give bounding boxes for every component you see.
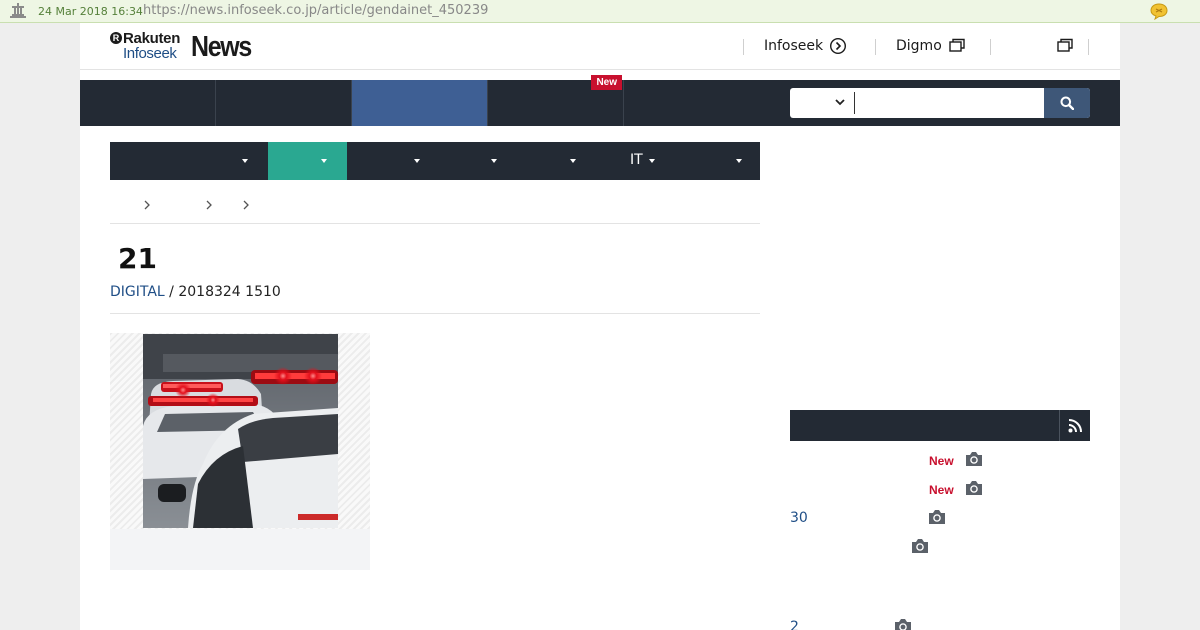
archive-url[interactable]: https://news.infoseek.co.jp/article/gend… (143, 3, 488, 18)
camera-icon (912, 539, 928, 553)
nav-tab-3-active[interactable] (352, 80, 488, 126)
category-item-1[interactable] (110, 142, 268, 180)
page: R Rakuten Infoseek News Infoseek Digmo N… (80, 23, 1120, 630)
ranking-item[interactable]: New (790, 477, 1090, 501)
search-input[interactable] (854, 92, 1039, 114)
chevron-right-icon (144, 200, 150, 210)
meta-separator: / (164, 284, 179, 300)
search-scope-select[interactable] (790, 88, 854, 118)
search-icon (1060, 96, 1074, 110)
rss-icon (1068, 419, 1082, 433)
logo-news: News (191, 31, 252, 63)
article-meta: DIGITAL / 2018324 1510 (110, 284, 281, 300)
chevron-right-icon (206, 200, 212, 210)
rakuten-r-icon: R (110, 32, 122, 44)
caret-down-icon (321, 159, 327, 163)
caret-down-icon (414, 159, 420, 163)
header-link-label: Infoseek (764, 38, 824, 54)
nav-tab-2[interactable] (216, 80, 352, 126)
new-label: New (929, 454, 954, 468)
header-divider (743, 39, 744, 55)
header-divider (1088, 39, 1089, 55)
header-divider (875, 39, 876, 55)
new-badge: New (591, 75, 622, 90)
search-box (790, 88, 1090, 118)
ranking-item[interactable] (790, 535, 1090, 559)
category-item-7[interactable] (663, 142, 760, 180)
caret-down-icon (242, 159, 248, 163)
chevron-down-icon (835, 99, 845, 106)
main-nav: New (80, 75, 1120, 126)
caret-down-icon (736, 159, 742, 163)
camera-icon (895, 619, 911, 630)
header-link-label: Digmo (896, 38, 942, 54)
article-photo[interactable] (143, 334, 338, 528)
category-item-2-active[interactable] (268, 142, 347, 180)
article-image-frame (110, 333, 370, 570)
category-bar: IT (110, 142, 760, 180)
article-date: 2018324 1510 (178, 284, 281, 300)
capture-date: 24 Mar 2018 16:34 (38, 5, 143, 18)
nav-tab-1[interactable] (80, 80, 216, 126)
ranking-number: 30 (790, 510, 808, 526)
category-item-it[interactable]: IT (584, 142, 663, 180)
category-item-4[interactable] (426, 142, 505, 180)
camera-icon (966, 452, 982, 466)
search-button[interactable] (1044, 88, 1090, 118)
header-divider (990, 39, 991, 55)
ranking-item[interactable]: 30 (790, 506, 1090, 530)
divider (110, 313, 760, 314)
category-label: IT (630, 152, 643, 168)
new-label: New (929, 483, 954, 497)
nav-tab-5[interactable] (624, 80, 760, 126)
header-link-infoseek[interactable]: Infoseek (764, 37, 847, 55)
ranking-item[interactable]: 2 (790, 615, 1090, 630)
site-header: R Rakuten Infoseek News Infoseek Digmo (80, 23, 1120, 70)
breadcrumb (110, 193, 760, 224)
ranking-item[interactable]: New (790, 448, 1090, 472)
camera-icon (929, 510, 945, 524)
caret-down-icon (491, 159, 497, 163)
rss-button[interactable] (1059, 410, 1090, 441)
arrow-circle-icon (830, 37, 847, 55)
external-window-icon (1057, 38, 1073, 52)
camera-icon (966, 481, 982, 495)
category-item-5[interactable] (505, 142, 584, 180)
article-title: 21 (118, 242, 157, 275)
header-link-digmo[interactable]: Digmo (896, 37, 966, 55)
caret-down-icon (570, 159, 576, 163)
chevron-right-icon (243, 200, 249, 210)
caret-down-icon (649, 159, 655, 163)
header-link-external[interactable] (1050, 37, 1074, 55)
external-window-icon (949, 38, 965, 52)
logo-infoseek: Infoseek (123, 45, 177, 62)
nav-tab-4[interactable]: New (488, 75, 624, 126)
article-source-link[interactable]: DIGITAL (110, 284, 165, 300)
speech-bubble-icon[interactable] (1150, 3, 1168, 20)
wayback-logo-icon[interactable] (9, 3, 27, 19)
ranking-number: 2 (790, 619, 799, 630)
ranking-header (790, 410, 1090, 441)
site-logo[interactable]: R Rakuten Infoseek News (110, 30, 265, 65)
category-item-3[interactable] (347, 142, 426, 180)
archive-bar: 24 Mar 2018 16:34 https://news.infoseek.… (0, 0, 1200, 23)
